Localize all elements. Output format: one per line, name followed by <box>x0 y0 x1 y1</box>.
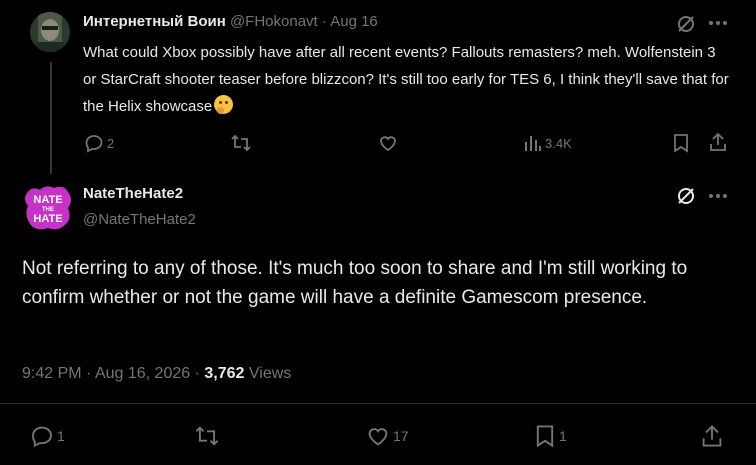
main-meta-separator-2: · <box>194 365 200 382</box>
main-like-button[interactable]: 17 <box>366 424 409 448</box>
main-divider <box>0 403 756 404</box>
main-more-options-icon[interactable] <box>708 193 728 199</box>
main-bookmark-button[interactable]: 1 <box>534 424 567 448</box>
reply-icon <box>85 135 103 153</box>
main-tweet-time[interactable]: 9:42 PM <box>22 365 82 382</box>
share-icon <box>710 132 726 151</box>
reply-bookmark-button[interactable] <box>672 133 690 153</box>
main-author-name[interactable]: NateTheHate2 <box>83 184 183 204</box>
svg-text:NATE: NATE <box>33 194 62 206</box>
main-reply-count: 1 <box>57 428 65 444</box>
reply-text: What could Xbox possibly have after all … <box>83 44 729 115</box>
reply-body: What could Xbox possibly have after all … <box>83 39 733 120</box>
reply-views-count: 3.4K <box>545 135 572 151</box>
main-author-avatar[interactable]: NATE THE HATE <box>22 182 74 234</box>
thinking-face-icon <box>214 95 234 114</box>
grok-icon[interactable] <box>676 14 696 34</box>
reply-views-button[interactable]: 3.4K <box>524 133 572 153</box>
main-tweet-date[interactable]: Aug 16, 2026 <box>95 365 190 382</box>
main-repost-button[interactable] <box>194 424 220 448</box>
reply-repost-button[interactable] <box>230 133 252 153</box>
reply-reply-count: 2 <box>107 135 115 151</box>
reply-icon <box>32 426 52 448</box>
reply-reply-button[interactable]: 2 <box>84 133 114 153</box>
main-tweet-meta: 9:42 PM · Aug 16, 2026 · 3,762 Views <box>22 364 291 384</box>
main-views-label: Views <box>248 365 292 382</box>
heart-icon <box>380 136 396 152</box>
repost-icon <box>195 426 219 446</box>
reply-separator: · <box>321 13 327 30</box>
reply-share-button[interactable] <box>708 132 728 152</box>
reply-like-button[interactable] <box>378 133 398 153</box>
reply-header: Интернетный Воин @FHokonavt · Aug 16 <box>83 12 378 32</box>
main-share-button[interactable] <box>700 424 724 448</box>
share-icon <box>702 425 722 447</box>
main-views-count: 3,762 <box>204 365 245 382</box>
bookmark-icon <box>674 134 688 153</box>
reply-author-handle[interactable]: @FHokonavt <box>230 13 318 30</box>
views-icon <box>525 136 541 151</box>
thread-connector <box>50 62 52 174</box>
heart-icon <box>368 428 388 446</box>
main-like-count: 17 <box>393 428 409 444</box>
main-tweet-text: Not referring to any of those. It's much… <box>22 258 688 308</box>
main-grok-icon[interactable] <box>676 186 696 206</box>
reply-date[interactable]: Aug 16 <box>330 13 378 30</box>
reply-author-avatar[interactable] <box>30 12 70 52</box>
main-author-handle[interactable]: @NateTheHate2 <box>83 210 196 230</box>
main-reply-button[interactable]: 1 <box>30 424 65 448</box>
bookmark-icon <box>536 425 554 448</box>
main-meta-separator: · <box>86 365 92 382</box>
main-bookmark-count: 1 <box>559 428 567 444</box>
repost-icon <box>231 134 251 152</box>
more-options-icon[interactable] <box>708 20 728 26</box>
reply-author-name[interactable]: Интернетный Воин <box>83 13 226 30</box>
svg-text:HATE: HATE <box>33 213 62 225</box>
